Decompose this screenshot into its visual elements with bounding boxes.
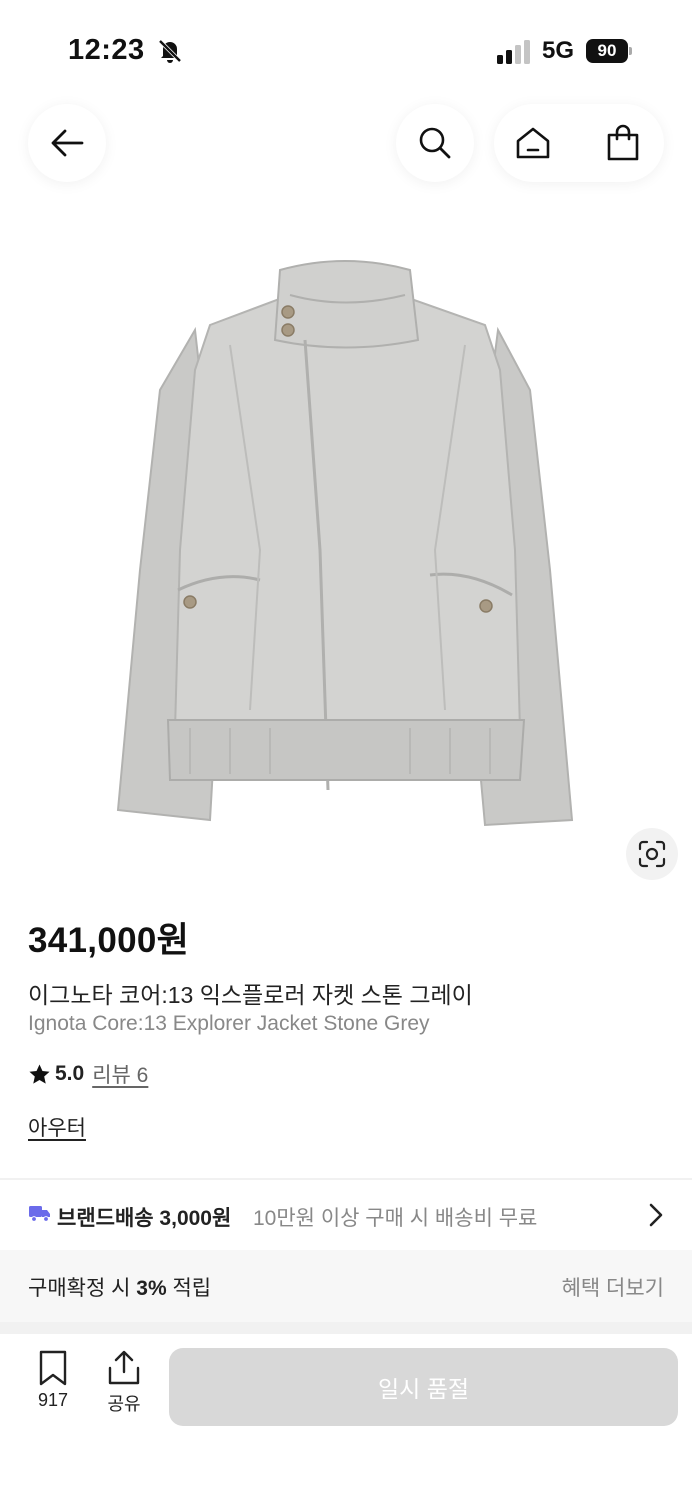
product-price: 341,000원 — [28, 921, 190, 960]
star-icon — [29, 1063, 50, 1084]
bookmark-icon — [39, 1350, 67, 1386]
benefits-more-link[interactable]: 혜택 더보기 — [562, 1272, 664, 1302]
sold-out-button[interactable]: 일시 품절 — [169, 1348, 678, 1426]
product-name-korean: 이그노타 코어:13 익스플로러 자켓 스톤 그레이 — [28, 982, 473, 1008]
status-bar: 12:23 5G 90 — [0, 0, 692, 100]
points-rate: 3% — [136, 1277, 167, 1300]
back-button[interactable] — [28, 104, 106, 182]
network-type: 5G — [542, 37, 575, 64]
product-name-english: Ignota Core:13 Explorer Jacket Stone Gre… — [28, 1012, 430, 1035]
cellular-signal-icon — [497, 40, 530, 64]
battery-icon: 90 — [586, 39, 632, 63]
share-icon — [108, 1350, 140, 1385]
points-row: 구매확정 시 3% 적립 혜택 더보기 — [0, 1250, 692, 1322]
section-divider — [0, 1178, 692, 1180]
home-icon — [516, 127, 550, 159]
bottom-divider — [0, 1322, 692, 1334]
shipping-label: 브랜드배송 3,000원 — [57, 1207, 232, 1230]
search-button[interactable] — [396, 104, 474, 182]
shipping-condition: 10만원 이상 구매 시 배송비 무료 — [253, 1207, 538, 1230]
home-button[interactable] — [512, 122, 554, 164]
reviews-link[interactable]: 리뷰 6 — [92, 1059, 148, 1089]
back-arrow-icon — [51, 129, 84, 157]
rating-row: 5.0 리뷰 6 — [28, 1060, 148, 1088]
home-bag-group — [494, 104, 664, 182]
shopping-bag-icon — [607, 124, 639, 161]
image-search-button[interactable] — [626, 828, 678, 880]
lens-scan-icon — [638, 840, 666, 868]
search-icon — [419, 127, 451, 159]
product-image[interactable] — [100, 250, 592, 840]
cart-button[interactable] — [602, 122, 644, 164]
shipping-row[interactable]: 브랜드배송 3,000원 10만원 이상 구매 시 배송비 무료 — [0, 1182, 692, 1248]
bookmark-count: 917 — [37, 1390, 69, 1410]
bottom-action-bar: 917 공유 일시 품절 — [0, 1334, 692, 1500]
delivery-truck-icon — [29, 1206, 50, 1222]
points-label: 구매확정 시 3% 적립 — [28, 1277, 212, 1300]
chevron-right-icon — [649, 1203, 663, 1227]
battery-level: 90 — [586, 39, 628, 63]
share-button[interactable]: 공유 — [100, 1350, 148, 1420]
category-link[interactable]: 아우터 — [28, 1112, 86, 1142]
status-time: 12:23 — [68, 34, 145, 66]
rating-score: 5.0 — [55, 1062, 85, 1085]
bell-muted-icon — [158, 39, 182, 63]
bookmark-button[interactable]: 917 — [28, 1350, 78, 1420]
share-label: 공유 — [107, 1394, 141, 1414]
